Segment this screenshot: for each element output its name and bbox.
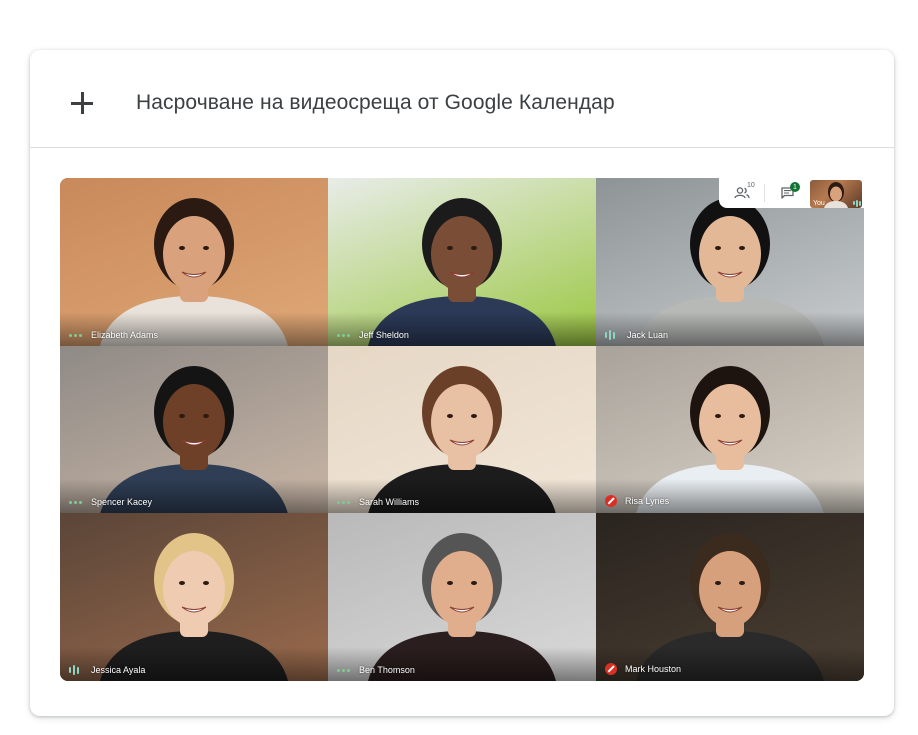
name-gradient [60, 479, 328, 513]
schedule-meeting-card: Насрочване на видеосреща от Google Кален… [30, 50, 894, 716]
participant-label: Mark Houston [605, 663, 681, 675]
audio-dots-icon [69, 333, 83, 337]
participant-label: Sarah Williams [337, 497, 419, 507]
participants-count: 10 [747, 182, 755, 189]
participant-name: Mark Houston [625, 664, 682, 674]
audio-dots-icon [337, 333, 351, 337]
participant-name: Jack Luan [627, 330, 669, 340]
unread-badge: 1 [790, 182, 800, 192]
call-overlay-panel: 10 1 You [719, 178, 864, 208]
name-gradient [60, 647, 328, 681]
speaking-bars-icon [605, 330, 619, 340]
plus-icon [71, 92, 93, 114]
participant-name: Risa Lynes [625, 496, 670, 506]
name-gradient [328, 647, 596, 681]
audio-dots-icon [337, 668, 351, 672]
participant-name: Jessica Ayala [91, 665, 146, 675]
schedule-from-calendar-button[interactable]: Насрочване на видеосреща от Google Кален… [30, 50, 894, 148]
participant-label: Jessica Ayala [69, 665, 145, 675]
participant-tile-8[interactable]: Ben Thomson [328, 513, 596, 681]
schedule-label: Насрочване на видеосреща от Google Кален… [136, 91, 615, 114]
mic-off-icon [605, 495, 617, 507]
participant-label: Elizabeth Adams [69, 330, 158, 340]
participant-label: Jeff Sheldon [337, 330, 409, 340]
participant-label: Ben Thomson [337, 665, 415, 675]
participant-tile-2[interactable]: Jeff Sheldon [328, 178, 596, 346]
participant-tile-6[interactable]: Risa Lynes [596, 346, 864, 513]
self-view-thumbnail[interactable]: You [810, 180, 862, 208]
speaking-bars-icon [69, 665, 83, 675]
participant-label: Spencer Kacey [69, 497, 152, 507]
name-gradient [60, 312, 328, 346]
participant-name: Sarah Williams [359, 497, 420, 507]
participant-tile-1[interactable]: Elizabeth Adams [60, 178, 328, 346]
participant-name: Spencer Kacey [91, 497, 153, 507]
video-call-grid: Elizabeth Adams Jeff Sheldon Jack Luan S… [60, 178, 864, 681]
speaking-bars-icon [853, 199, 861, 207]
participant-name: Elizabeth Adams [91, 330, 159, 340]
participant-label: Risa Lynes [605, 495, 669, 507]
chat-button[interactable]: 1 [765, 178, 809, 208]
participant-tile-4[interactable]: Spencer Kacey [60, 346, 328, 513]
participant-name: Jeff Sheldon [359, 330, 409, 340]
participants-button[interactable]: 10 [719, 178, 764, 208]
audio-dots-icon [337, 500, 351, 504]
participant-tile-9[interactable]: Mark Houston [596, 513, 864, 681]
participant-label: Jack Luan [605, 330, 668, 340]
name-gradient [596, 312, 864, 346]
name-gradient [328, 479, 596, 513]
self-label: You [813, 200, 825, 207]
participant-tile-5[interactable]: Sarah Williams [328, 346, 596, 513]
participant-tile-7[interactable]: Jessica Ayala [60, 513, 328, 681]
name-gradient [328, 312, 596, 346]
audio-dots-icon [69, 500, 83, 504]
participant-name: Ben Thomson [359, 665, 415, 675]
mic-off-icon [605, 663, 617, 675]
